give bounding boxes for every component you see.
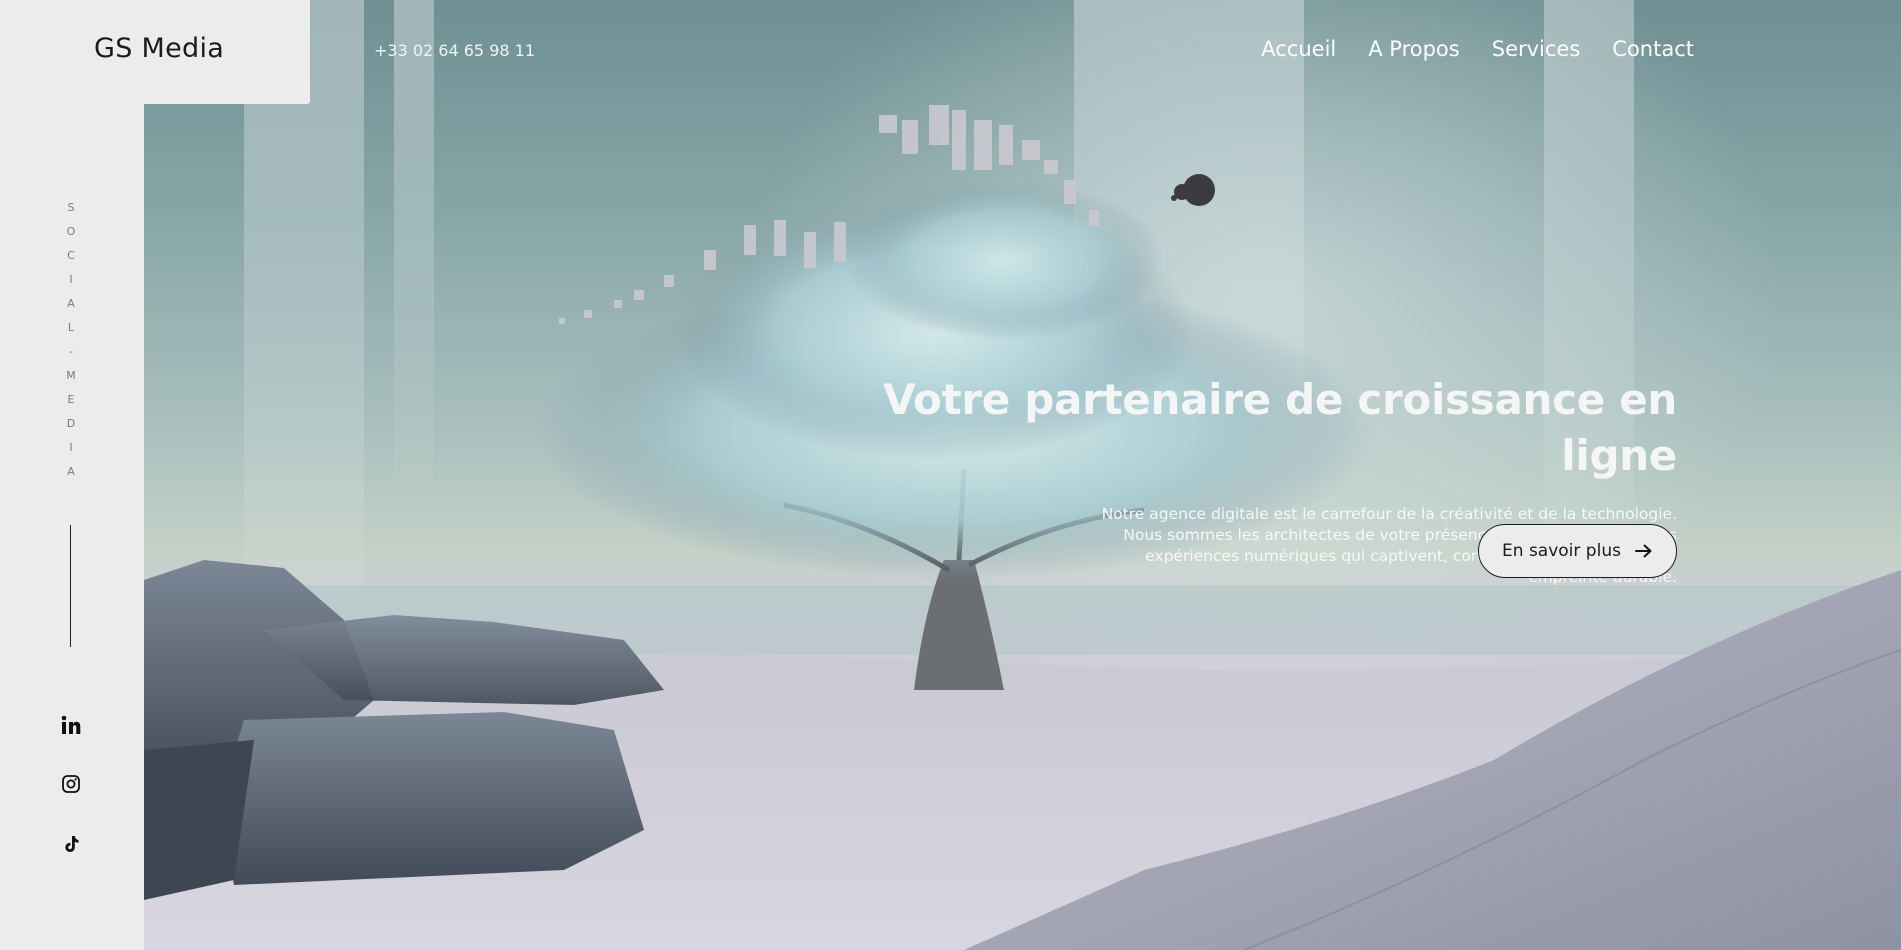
instagram-icon[interactable] <box>56 769 86 799</box>
page: GS Media S O C I A L - M E D I A +33 02 … <box>0 0 1901 950</box>
vertical-letter: I <box>69 273 73 286</box>
vertical-letter: D <box>66 417 76 430</box>
vertical-letter: A <box>67 465 75 478</box>
nav-contact[interactable]: Contact <box>1612 37 1694 61</box>
phone-number[interactable]: +33 02 64 65 98 11 <box>374 41 535 60</box>
vertical-letter: L <box>67 321 75 334</box>
vertical-letter: A <box>67 297 75 310</box>
vertical-letter: O <box>66 225 76 238</box>
nav-a-propos[interactable]: A Propos <box>1368 37 1459 61</box>
vertical-letter: E <box>67 393 75 406</box>
social-media-vertical-label: S O C I A L - M E D I A <box>62 196 80 484</box>
learn-more-label: En savoir plus <box>1502 541 1621 561</box>
vertical-letter: C <box>67 249 75 262</box>
sidebar: S O C I A L - M E D I A <box>0 104 144 950</box>
nav-services[interactable]: Services <box>1492 37 1581 61</box>
nav-accueil[interactable]: Accueil <box>1261 37 1336 61</box>
learn-more-button[interactable]: En savoir plus <box>1478 524 1677 578</box>
tiktok-icon[interactable] <box>56 829 86 859</box>
vertical-letter: - <box>69 345 73 358</box>
vertical-letter: S <box>67 201 75 214</box>
logo[interactable]: GS Media <box>94 33 224 64</box>
main-nav: Accueil A Propos Services Contact <box>1261 37 1694 61</box>
vertical-letter: I <box>69 441 73 454</box>
linkedin-icon[interactable] <box>56 710 86 740</box>
hero-title: Votre partenaire de croissance en ligne <box>883 375 1677 480</box>
arrow-right-icon <box>1634 544 1652 558</box>
vertical-letter: M <box>66 369 76 382</box>
sidebar-divider <box>70 525 71 647</box>
logo-box: GS Media <box>0 0 310 104</box>
